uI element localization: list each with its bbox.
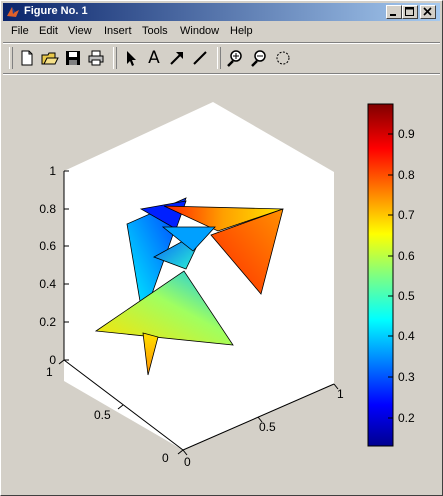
colorbar[interactable] xyxy=(367,103,394,447)
z-tick-label: 0.2 xyxy=(39,315,56,329)
colorbar-tick-label: 0.5 xyxy=(398,289,415,303)
colorbar-tick-label: 0.6 xyxy=(398,249,415,263)
z-tick-label: 0.4 xyxy=(39,277,56,291)
y-tick-label: 0.5 xyxy=(94,408,111,422)
y-tick-label: 0 xyxy=(162,451,169,465)
z-tick-label: 0.6 xyxy=(39,239,56,253)
z-tick-label: 1 xyxy=(49,164,56,178)
colorbar-tick-label: 0.4 xyxy=(398,329,415,343)
colorbar-tick-label: 0.9 xyxy=(398,127,415,141)
y-tick-label: 1 xyxy=(46,365,53,379)
axes-box xyxy=(64,102,334,450)
x-tick-label: 0.5 xyxy=(259,420,276,434)
x-tick-label: 0 xyxy=(184,455,191,469)
plot-area[interactable]: 0 0.2 0.4 0.6 0.8 1 1 0.5 0 0 0.5 1 0.2 … xyxy=(1,1,442,495)
colorbar-tick-label: 0.3 xyxy=(398,370,415,384)
z-tick-label: 0.8 xyxy=(39,202,56,216)
colorbar-tick-label: 0.8 xyxy=(398,168,415,182)
figure-window: Figure No. 1 File Edit View Insert Tools… xyxy=(0,0,443,496)
colorbar-tick-label: 0.2 xyxy=(398,411,415,425)
colorbar-tick-label: 0.7 xyxy=(398,208,415,222)
x-tick-label: 1 xyxy=(337,387,344,401)
